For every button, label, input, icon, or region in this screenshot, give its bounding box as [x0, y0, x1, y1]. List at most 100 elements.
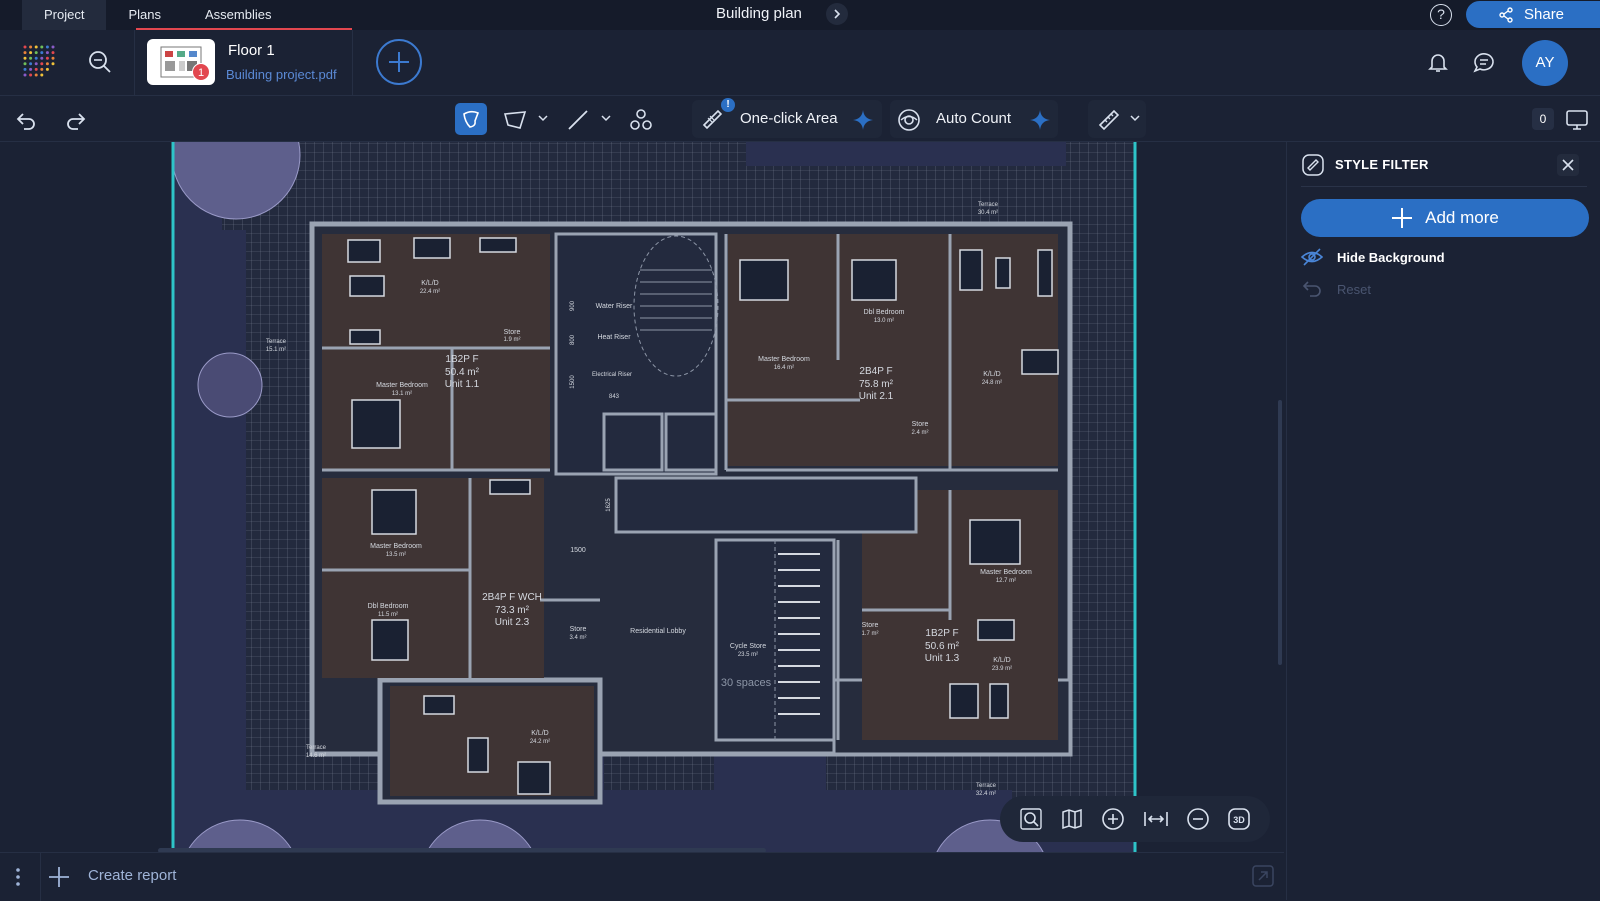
room-label: 24.8 m² [982, 380, 1002, 386]
room-label: 3.4 m² [569, 635, 586, 641]
unit-label: Unit 1.3 [925, 653, 960, 664]
monitor-icon[interactable] [1562, 105, 1592, 135]
room-label: Cycle Store [730, 643, 766, 650]
chevron-down-icon[interactable] [601, 113, 611, 123]
undo-icon[interactable] [11, 105, 41, 135]
svg-text:3D: 3D [1234, 815, 1246, 825]
style-filter-icon [1302, 154, 1324, 176]
ruler-icon[interactable] [1094, 105, 1124, 135]
redo-icon[interactable] [61, 105, 91, 135]
drawing-canvas[interactable]: 1B2P F 50.4 m² Unit 1.1 2B4P F 75.8 m² U… [0, 142, 1284, 852]
tree-circle [197, 352, 263, 418]
room-label: 16.4 m² [774, 365, 794, 371]
auto-count-label: Auto Count [936, 110, 1012, 127]
room-label: 12.7 m² [996, 578, 1016, 584]
search-icon[interactable] [88, 50, 112, 74]
fit-width-icon[interactable] [1143, 807, 1169, 831]
room-label: Heat Riser [597, 334, 631, 341]
share-button[interactable]: Share [1466, 1, 1600, 28]
unit-label: 75.8 m² [859, 379, 894, 390]
unit-label: Unit 2.3 [495, 617, 530, 628]
room-label: Store [570, 626, 587, 633]
zoom-out-icon[interactable] [1186, 807, 1210, 831]
area-tool-icon[interactable] [500, 105, 530, 135]
divider [1301, 186, 1587, 187]
plus-icon [389, 52, 409, 72]
share-label: Share [1524, 6, 1565, 23]
add-plan-button[interactable] [376, 39, 422, 85]
add-more-label: Add more [1425, 208, 1499, 227]
create-report-button[interactable]: Create report [88, 867, 176, 884]
room-label: Dbl Bedroom [864, 309, 905, 316]
tab-project[interactable]: Project [22, 0, 107, 30]
zoom-in-icon[interactable] [1101, 807, 1125, 831]
apps-grid-icon[interactable] [22, 44, 56, 78]
room-label: Store [504, 329, 521, 336]
room-label: Terrace [976, 783, 997, 789]
help-icon[interactable]: ? [1430, 4, 1452, 26]
plus-icon[interactable] [48, 866, 70, 888]
room-label: 23.5 m² [738, 652, 758, 658]
room-label: K/L/D [993, 657, 1011, 664]
room-label: 24.2 m² [530, 739, 550, 745]
alert-badge: ! [721, 98, 735, 112]
dimension-label: 843 [609, 394, 620, 400]
room-label: 13.1 m² [392, 391, 412, 397]
main-tabs: Project Plans Assemblies [22, 0, 293, 30]
room-label: Electrical Riser [592, 372, 632, 378]
line-tool-icon[interactable] [563, 105, 593, 135]
room-label: 22.4 m² [420, 289, 440, 295]
chevron-down-icon[interactable] [1130, 113, 1140, 123]
room-label: 32.4 m² [976, 791, 996, 797]
zoom-fit-icon[interactable] [1019, 807, 1043, 831]
unit-label: 2B4P F [859, 366, 892, 377]
room-label: Dbl Bedroom [368, 603, 409, 610]
room-label: Master Bedroom [376, 382, 428, 389]
room-label: Store [912, 421, 929, 428]
style-filter-panel: STYLE FILTER Add more Hide Background Re… [1286, 142, 1600, 900]
bottom-bar: Create report [0, 852, 1284, 901]
layers-count-badge: 0 [1532, 108, 1554, 130]
close-icon[interactable] [1557, 154, 1579, 176]
dimension-label: 900 [570, 300, 576, 311]
tab-plans[interactable]: Plans [106, 0, 183, 30]
one-click-area-label: One-click Area [740, 110, 838, 127]
tab-assemblies[interactable]: Assemblies [183, 0, 293, 30]
comments-icon[interactable] [1472, 50, 1496, 74]
room-label: 1.9 m² [503, 337, 520, 343]
expand-icon[interactable] [1252, 865, 1274, 887]
3d-view-icon[interactable]: 3D [1227, 807, 1251, 831]
add-more-button[interactable]: Add more [1301, 199, 1589, 237]
room-label: Terrace [266, 339, 287, 345]
sparkle-icon [1030, 110, 1050, 130]
dimension-label: 1500 [570, 547, 586, 554]
room-label: 14.6 m² [306, 753, 326, 759]
divider [352, 30, 353, 96]
room-label: 11.5 m² [378, 612, 398, 618]
reset-option[interactable]: Reset [1301, 278, 1371, 300]
room-label: Master Bedroom [370, 543, 422, 550]
select-tool-icon[interactable] [455, 103, 487, 135]
top-bar: Project Plans Assemblies Building plan ?… [0, 0, 1600, 31]
plan-header: 1 Floor 1 Building project.pdf AY [0, 30, 1600, 96]
map-icon[interactable] [1060, 807, 1084, 831]
sparkle-icon [853, 110, 873, 130]
more-vertical-icon[interactable] [14, 867, 22, 887]
vertical-scrollbar[interactable] [1278, 400, 1282, 665]
plus-icon [1392, 208, 1413, 228]
plan-file-name[interactable]: Building project.pdf [226, 67, 337, 82]
hide-background-option[interactable]: Hide Background [1301, 246, 1445, 268]
chevron-down-icon[interactable] [538, 113, 548, 123]
room-label: Terrace [978, 202, 999, 208]
count-tool-icon[interactable] [626, 105, 656, 135]
unit-label: 1B2P F [925, 628, 958, 639]
unit-label: 50.4 m² [445, 367, 480, 378]
floor-plan-drawing[interactable]: 1B2P F 50.4 m² Unit 1.1 2B4P F 75.8 m² U… [0, 142, 1284, 852]
dimension-label: 800 [570, 334, 576, 345]
room-label: Residential Lobby [630, 628, 686, 635]
user-avatar[interactable]: AY [1522, 40, 1568, 86]
chevron-right-icon[interactable] [826, 3, 848, 25]
room-label: Master Bedroom [758, 356, 810, 363]
notifications-bell-icon[interactable] [1426, 50, 1450, 74]
room-label: Store [862, 622, 879, 629]
